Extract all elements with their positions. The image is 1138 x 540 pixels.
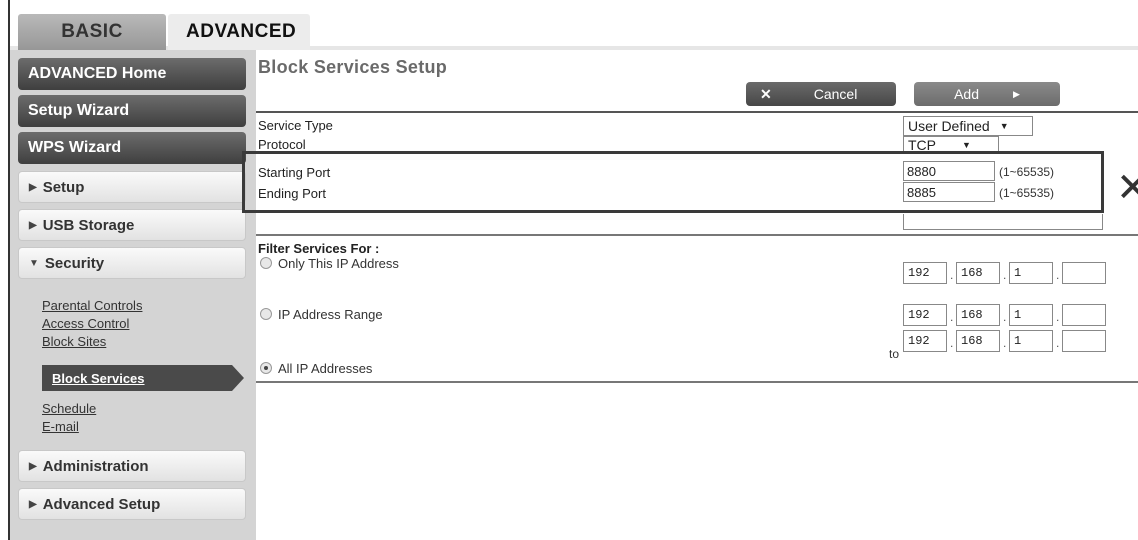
ip-dot: .: [1003, 310, 1007, 324]
only-ip-octet-1[interactable]: 192: [903, 262, 947, 284]
chevron-down-icon: ▼: [999, 121, 1009, 131]
filter-services-label: Filter Services For :: [258, 241, 380, 256]
ip-dot: .: [950, 310, 954, 324]
service-type-value: User Defined: [908, 118, 990, 134]
service-type-select[interactable]: User Defined ▼: [903, 116, 1033, 136]
ip-dot: .: [1056, 336, 1060, 350]
only-ip-octet-4[interactable]: [1062, 262, 1106, 284]
cancel-button-label: Cancel: [813, 86, 858, 102]
triangle-down-icon: ▼: [29, 257, 39, 269]
range-end-octet-3[interactable]: 1: [1009, 330, 1053, 352]
ip-dot: .: [1003, 336, 1007, 350]
triangle-right-icon: ▶: [29, 460, 37, 472]
sidebar-advanced-home-button[interactable]: ADVANCED Home: [18, 58, 246, 90]
sidebar-setup-wizard-button[interactable]: Setup Wizard: [18, 95, 246, 127]
starting-port-range-hint: (1~65535): [999, 165, 1055, 179]
all-ip-label: All IP Addresses: [278, 361, 373, 376]
x-icon: ✕: [760, 85, 772, 102]
ip-range-radio[interactable]: [260, 308, 272, 320]
ip-range-label: IP Address Range: [278, 307, 383, 322]
cancel-button[interactable]: ✕ Cancel: [746, 82, 896, 106]
ending-port-range-hint: (1~65535): [999, 186, 1055, 200]
ip-dot: .: [950, 336, 954, 350]
ip-dot: .: [950, 268, 954, 282]
sidebar-setup-label: Setup: [42, 178, 85, 196]
range-start-octet-1[interactable]: 192: [903, 304, 947, 326]
sidebar-usb-storage-label: USB Storage: [42, 216, 135, 234]
service-type-label: Service Type: [258, 118, 333, 133]
sidebar-security-menu[interactable]: ▼ Security: [18, 247, 246, 279]
range-to-label: to: [889, 347, 900, 361]
add-button-label: Add: [954, 86, 979, 102]
protocol-select[interactable]: TCP ▼: [903, 136, 999, 152]
section-divider: [256, 381, 1138, 383]
service-type-user-defined-input[interactable]: [903, 214, 1103, 230]
sidebar: ADVANCED Home Setup Wizard WPS Wizard ▶ …: [10, 50, 256, 540]
sidebar-link-block-sites[interactable]: Block Sites: [42, 334, 106, 349]
ending-port-label: Ending Port: [258, 186, 326, 201]
range-end-octet-2[interactable]: 168: [956, 330, 1000, 352]
active-item-pointer: [232, 365, 244, 391]
starting-port-label: Starting Port: [258, 165, 331, 180]
top-tab-bar: BASIC ADVANCED: [10, 0, 1138, 50]
range-end-octet-1[interactable]: 192: [903, 330, 947, 352]
sidebar-link-parental-controls[interactable]: Parental Controls: [42, 298, 142, 313]
range-start-octet-2[interactable]: 168: [956, 304, 1000, 326]
triangle-right-icon: ▶: [29, 498, 37, 510]
triangle-right-icon: ▶: [29, 181, 37, 193]
protocol-value: TCP: [908, 136, 936, 152]
ip-dot: .: [1056, 310, 1060, 324]
sidebar-link-email[interactable]: E-mail: [42, 419, 79, 434]
sidebar-setup-menu[interactable]: ▶ Setup: [18, 171, 246, 203]
only-ip-radio[interactable]: [260, 257, 272, 269]
sidebar-advanced-setup-menu[interactable]: ▶ Advanced Setup: [18, 488, 246, 520]
sidebar-link-schedule[interactable]: Schedule: [42, 401, 96, 416]
sidebar-administration-menu[interactable]: ▶ Administration: [18, 450, 246, 482]
play-icon: ▶: [1013, 88, 1020, 99]
range-start-octet-4[interactable]: [1062, 304, 1106, 326]
only-ip-label: Only This IP Address: [278, 256, 399, 271]
chevron-down-icon: ▼: [962, 139, 971, 150]
range-end-octet-4[interactable]: [1062, 330, 1106, 352]
section-divider: [256, 111, 1138, 113]
tab-basic[interactable]: BASIC: [18, 14, 166, 50]
section-divider: [256, 234, 1138, 236]
triangle-right-icon: ▶: [29, 219, 37, 231]
sidebar-wps-wizard-button[interactable]: WPS Wizard: [18, 132, 246, 164]
range-start-octet-3[interactable]: 1: [1009, 304, 1053, 326]
tab-advanced[interactable]: ADVANCED: [168, 14, 310, 50]
sidebar-advanced-setup-label: Advanced Setup: [42, 495, 161, 513]
all-ip-radio[interactable]: [260, 362, 272, 374]
sidebar-usb-storage-menu[interactable]: ▶ USB Storage: [18, 209, 246, 241]
sidebar-administration-label: Administration: [42, 457, 149, 475]
ip-dot: .: [1056, 268, 1060, 282]
add-button[interactable]: Add ▶: [914, 82, 1060, 106]
only-ip-octet-2[interactable]: 168: [956, 262, 1000, 284]
ending-port-input[interactable]: 8885: [903, 182, 995, 202]
sidebar-security-label: Security: [44, 254, 105, 272]
router-admin-window: BASIC ADVANCED ADVANCED Home Setup Wizar…: [0, 0, 1138, 540]
only-ip-octet-3[interactable]: 1: [1009, 262, 1053, 284]
starting-port-input[interactable]: 8880: [903, 161, 995, 181]
close-icon[interactable]: ✕: [1116, 168, 1138, 208]
page-title: Block Services Setup: [258, 57, 448, 77]
main-panel: Block Services Setup ✕ Cancel Add ▶ Serv…: [242, 50, 1138, 540]
protocol-label: Protocol: [258, 137, 306, 152]
ip-dot: .: [1003, 268, 1007, 282]
sidebar-link-access-control[interactable]: Access Control: [42, 316, 129, 331]
sidebar-link-block-services[interactable]: Block Services: [42, 365, 232, 391]
